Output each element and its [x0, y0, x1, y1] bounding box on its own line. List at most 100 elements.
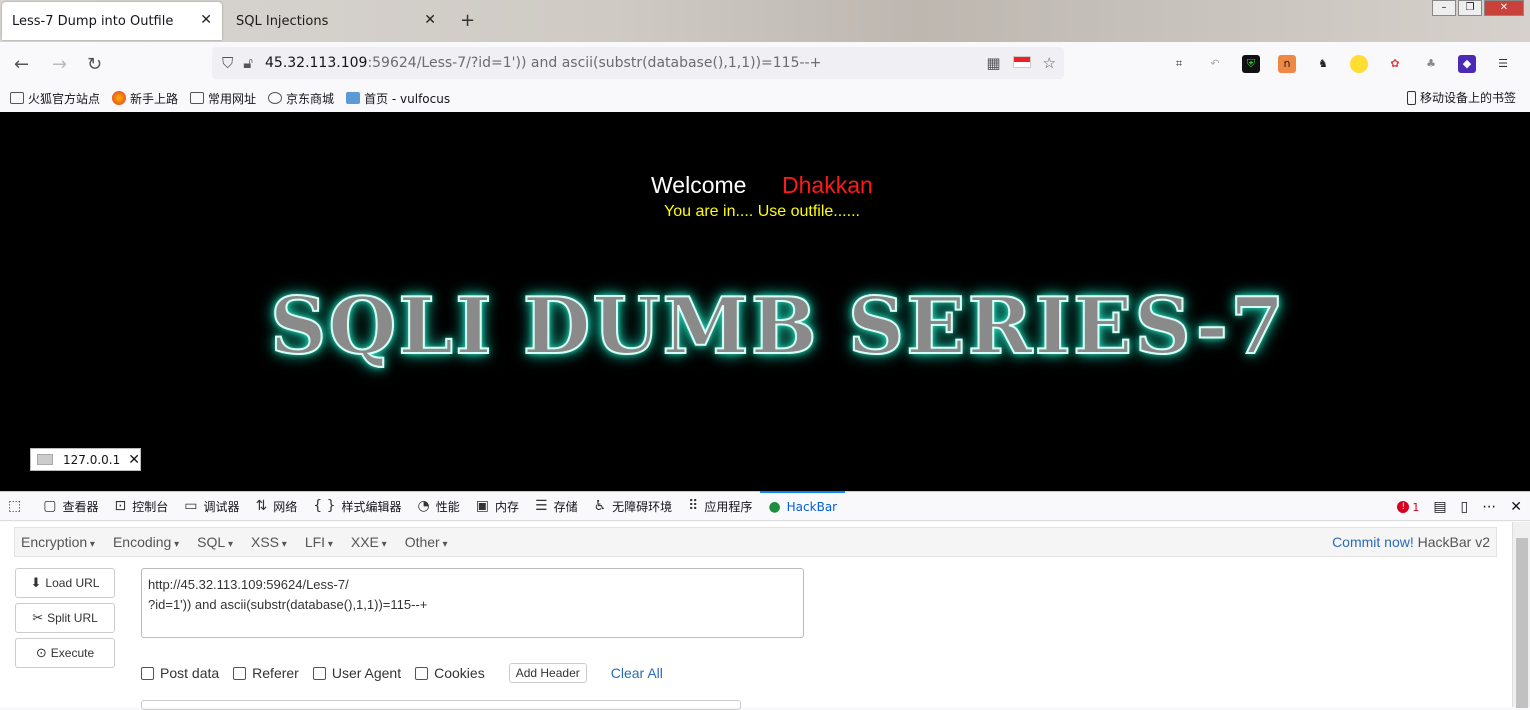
tab-sql-injections[interactable]: SQL Injections ✕: [226, 2, 446, 40]
split-url-button[interactable]: ✂ Split URL: [15, 603, 115, 633]
clear-all-link[interactable]: Clear All: [611, 665, 663, 681]
responsive-icon[interactable]: ▯: [1461, 499, 1469, 515]
bookmark-item[interactable]: 首页 - vulfocus: [346, 90, 450, 107]
picker-icon: ⬚: [8, 498, 22, 514]
scrollbar-thumb[interactable]: [1516, 538, 1528, 708]
shield-icon[interactable]: ⛉: [222, 54, 233, 72]
forward-icon[interactable]: →: [52, 54, 67, 75]
url-bar[interactable]: ⛉ 🔓︎ 45.32.113.109:59624/Less-7/?id=1'))…: [212, 47, 1064, 79]
referer-checkbox[interactable]: Referer: [233, 665, 299, 681]
crop-icon[interactable]: ⌗: [1170, 55, 1188, 73]
post-data-checkbox[interactable]: Post data: [141, 665, 219, 681]
commit-area: Commit now! HackBar v2: [1332, 534, 1490, 550]
singapore-flag-icon[interactable]: [1012, 56, 1031, 68]
tab-memory[interactable]: ▣ 内存: [468, 491, 527, 521]
url-host: 45.32.113.109: [265, 55, 368, 71]
hackbar-menu: Encryption Encoding SQL XSS LFI XXE Othe…: [14, 527, 1497, 557]
post-body-field[interactable]: [141, 700, 741, 710]
tab-style-editor[interactable]: { } 样式编辑器: [305, 491, 409, 521]
user-agent-checkbox[interactable]: User Agent: [312, 665, 401, 681]
sun-icon[interactable]: [1350, 55, 1368, 73]
error-count[interactable]: ! 1: [1397, 501, 1419, 514]
menu-encryption[interactable]: Encryption: [21, 534, 95, 550]
dock-icon[interactable]: ▤: [1433, 499, 1446, 515]
tab-console[interactable]: ⊡ 控制台: [106, 491, 176, 521]
menu-xss[interactable]: XSS: [251, 534, 287, 550]
accessibility-icon: ♿︎: [593, 498, 607, 514]
diamond-icon[interactable]: ◆: [1458, 55, 1476, 73]
hackbar-version: HackBar v2: [1417, 534, 1490, 550]
bookmark-item[interactable]: 京东商城: [268, 90, 334, 107]
close-tab-icon[interactable]: ✕: [424, 12, 436, 28]
folder-icon: [10, 92, 24, 104]
menu-icon[interactable]: ☰: [1494, 55, 1512, 73]
ip-address: 127.0.0.1: [63, 452, 121, 467]
bookmark-item[interactable]: 新手上路: [112, 90, 178, 107]
ip-badge: 127.0.0.1 ✕: [30, 448, 141, 471]
download-icon: ⬇: [30, 575, 42, 590]
undo-icon[interactable]: ↶: [1206, 55, 1224, 73]
tab-debugger[interactable]: ▭ 调试器: [176, 491, 247, 521]
scissors-icon: ✂: [32, 610, 44, 625]
badge-ext-icon[interactable]: ✿: [1386, 55, 1404, 73]
panel-scrollbar[interactable]: [1512, 522, 1530, 708]
execute-button[interactable]: ⊙ Execute: [15, 638, 115, 668]
mobile-bookmarks[interactable]: 移动设备上的书签: [1406, 89, 1516, 106]
reload-icon[interactable]: ↻: [87, 54, 102, 75]
firefox-icon: [112, 91, 127, 105]
extensions-toolbar: ⌗ ↶ ⛨ n ♞ ✿ ♣ ◆ ☰: [1170, 55, 1512, 73]
folder-icon: [190, 92, 205, 104]
window-controls: – ❐ ✕: [1430, 0, 1524, 16]
insecure-lock-icon[interactable]: 🔓︎: [243, 54, 253, 72]
tab-performance[interactable]: ◔ 性能: [410, 491, 468, 521]
bookmarks-bar: 火狐官方站点 新手上路 常用网址 京东商城 首页 - vulfocus: [0, 86, 1530, 110]
menu-sql[interactable]: SQL: [197, 534, 233, 550]
bookmark-item[interactable]: 火狐官方站点: [10, 90, 100, 107]
shield-icon: [346, 92, 361, 104]
tab-inspector[interactable]: ▢ 查看器: [35, 491, 106, 521]
close-tab-icon[interactable]: ✕: [200, 12, 212, 28]
phone-icon: [1406, 90, 1416, 105]
bookmark-item[interactable]: 常用网址: [190, 90, 256, 107]
close-icon[interactable]: ✕: [128, 452, 140, 468]
add-header-button[interactable]: Add Header: [508, 663, 587, 683]
bookmark-star-icon[interactable]: ☆: [1043, 54, 1056, 72]
tab-storage[interactable]: ☰ 存储: [527, 491, 586, 521]
console-icon: ⊡: [114, 498, 127, 514]
close-devtools-icon[interactable]: ✕: [1510, 499, 1522, 515]
commit-link[interactable]: Commit now!: [1332, 534, 1414, 550]
url-textarea[interactable]: http://45.32.113.109:59624/Less-7/ ?id=1…: [141, 568, 804, 638]
debugger-icon: ▭: [184, 498, 198, 514]
gauge-icon: ◔: [417, 498, 430, 514]
cookies-checkbox[interactable]: Cookies: [415, 665, 485, 681]
load-url-button[interactable]: ⬇ Load URL: [15, 568, 115, 598]
tab-label: Less-7 Dump into Outfile: [12, 13, 174, 29]
network-icon: ⇅: [255, 498, 268, 514]
tab-less7[interactable]: Less-7 Dump into Outfile ✕: [2, 2, 222, 40]
restore-icon[interactable]: ❐: [1458, 0, 1482, 16]
tab-hackbar[interactable]: ● HackBar: [760, 491, 846, 521]
tab-label: SQL Injections: [236, 13, 329, 29]
new-tab-icon[interactable]: +: [460, 10, 475, 31]
back-icon[interactable]: ←: [14, 54, 29, 75]
qr-code-icon[interactable]: ▦: [986, 54, 1000, 72]
minimize-icon[interactable]: –: [1432, 0, 1456, 16]
menu-encoding[interactable]: Encoding: [113, 534, 179, 550]
menu-xxe[interactable]: XXE: [351, 534, 387, 550]
tab-strip: Less-7 Dump into Outfile ✕ SQL Injection…: [0, 0, 1530, 42]
tab-application[interactable]: ⠿ 应用程序: [680, 491, 760, 521]
window-close-icon[interactable]: ✕: [1484, 0, 1524, 16]
tab-network[interactable]: ⇅ 网络: [247, 491, 305, 521]
spy-icon[interactable]: ♞: [1314, 55, 1332, 73]
tab-accessibility[interactable]: ♿︎ 无障碍环境: [586, 491, 681, 521]
menu-lfi[interactable]: LFI: [305, 534, 333, 550]
status-message: You are in.... Use outfile......: [664, 203, 860, 220]
globe-icon: [268, 92, 283, 104]
hackbar-ext-icon[interactable]: n: [1278, 55, 1296, 73]
ublock-icon[interactable]: ⛨: [1242, 55, 1260, 73]
element-picker[interactable]: ⬚: [0, 491, 35, 521]
welcome-text: Welcome: [651, 172, 747, 198]
menu-other[interactable]: Other: [405, 534, 448, 550]
puzzle-icon[interactable]: ♣: [1422, 55, 1440, 73]
more-icon[interactable]: ⋯: [1482, 499, 1496, 515]
